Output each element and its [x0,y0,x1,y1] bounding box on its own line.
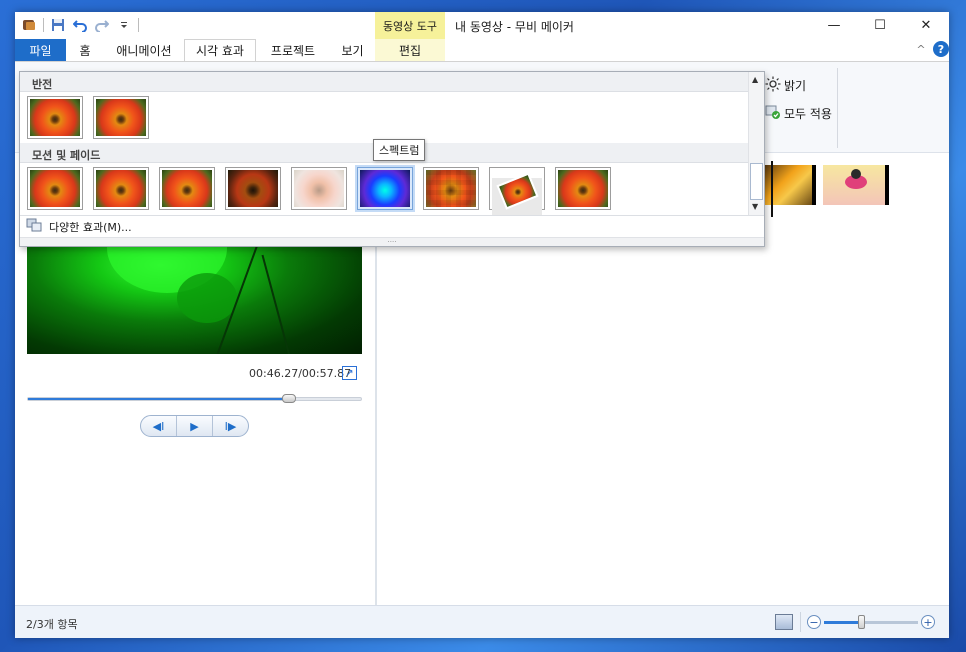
effect-thumbnail[interactable] [225,167,281,210]
zoom-slider-thumb[interactable] [857,614,865,629]
qat-separator-end [138,18,139,32]
zoom-slider[interactable] [824,614,918,629]
zoom-control: − + [807,614,935,629]
zoom-out-button[interactable]: − [807,615,821,629]
context-group-label: 동영상 도구 [375,12,445,39]
quick-access-toolbar [21,17,139,33]
brightness-button[interactable]: 밝기 [765,76,806,95]
gallery-scrollbar[interactable]: ▲ ▼ [748,72,764,215]
qat-separator [43,18,44,32]
play-button[interactable]: ▶ [177,416,213,436]
effect-preview-image [30,170,80,207]
tab-home[interactable]: 홈 [66,39,104,61]
fullscreen-icon[interactable]: ↗ [342,366,357,380]
effect-thumbnail[interactable] [555,167,611,210]
effect-thumbnail[interactable] [27,96,83,139]
seek-progress [28,398,290,400]
maximize-button[interactable]: ☐ [857,12,903,39]
preview-stem-shape [261,254,295,354]
ribbon-tab-tools: ^ ? [913,41,949,57]
item-count: 2/3개 항목 [26,618,78,631]
transport-controls: ◀I ▶ I▶ [140,415,249,437]
window-title: 내 동영상 - 무비 메이커 [455,20,574,34]
effect-thumbnail[interactable] [93,167,149,210]
scrollbar-thumb[interactable] [750,163,763,200]
brightness-label: 밝기 [784,79,807,93]
tab-visual-effects[interactable]: 시각 효과 [184,39,256,61]
storyboard-clip[interactable] [823,165,889,205]
zoom-slider-fill [824,620,862,624]
tab-edit[interactable]: 편집 [375,39,445,61]
effect-thumbnail[interactable] [291,167,347,210]
effect-preview-image [30,99,80,136]
minimize-button[interactable]: — [811,12,857,39]
gallery-section-header: 반전 [20,72,748,92]
apply-all-button[interactable]: 모두 적용 [765,104,832,123]
ribbon-tabs: 파일 홈 애니메이션 시각 효과 프로젝트 보기 편집 ^ ? [15,39,949,61]
effect-thumbnail[interactable] [357,167,413,210]
more-effects-item[interactable]: 다양한 효과(M)... [20,215,764,237]
effect-preview-image [96,170,146,207]
tab-view[interactable]: 보기 [330,39,375,61]
app-icon[interactable] [21,17,37,33]
scroll-down-icon[interactable]: ▼ [752,202,758,211]
playhead[interactable] [771,161,773,217]
ribbon-group-divider [837,68,838,148]
effect-preview-image [294,170,344,207]
clip-insect-shape [851,169,861,179]
window-controls: — ☐ ✕ [811,12,949,39]
preview-bud-shape [177,273,237,323]
tab-animation[interactable]: 애니메이션 [104,39,184,61]
effect-preview-image [228,170,278,207]
effect-thumbnail[interactable] [93,96,149,139]
effect-preview-image [360,170,410,207]
effect-preview-image [426,170,476,207]
status-bar: 2/3개 항목 − + [15,605,949,638]
customize-qat-icon[interactable] [116,17,132,33]
more-effects-label: 다양한 효과(M)... [49,220,132,234]
seek-thumb[interactable] [282,394,297,403]
apply-all-icon [765,104,781,123]
status-divider [800,612,801,632]
seek-slider[interactable] [27,394,362,403]
tab-file[interactable]: 파일 [15,39,66,61]
help-icon[interactable]: ? [933,41,949,57]
next-frame-button[interactable]: I▶ [213,416,248,436]
sun-icon [765,76,781,95]
save-icon[interactable] [50,17,66,33]
effect-tooltip: 스펙트럼 [373,139,426,161]
more-effects-icon [26,218,42,235]
video-preview[interactable] [27,243,362,354]
thumbnail-size-icon[interactable] [775,614,793,630]
close-button[interactable]: ✕ [903,12,949,39]
effect-thumbnail[interactable] [423,167,479,210]
effect-thumbnail[interactable] [159,167,215,210]
undo-icon[interactable] [72,17,88,33]
gallery-resize-grip[interactable]: ···· [20,237,764,246]
previous-frame-button[interactable]: ◀I [141,416,177,436]
zoom-in-button[interactable]: + [921,615,935,629]
title-bar: 동영상 도구 내 동영상 - 무비 메이커 — ☐ ✕ [15,12,949,39]
effect-preview-image [492,171,542,215]
tab-project[interactable]: 프로젝트 [256,39,330,61]
effect-preview-image [162,170,212,207]
scroll-up-icon[interactable]: ▲ [752,75,758,84]
effect-preview-image [558,170,608,207]
timecode: 00:46.27/00:57.87 [249,367,352,380]
effect-preview-image [96,99,146,136]
effect-thumbnail[interactable] [27,167,83,210]
redo-icon[interactable] [94,17,110,33]
collapse-ribbon-icon[interactable]: ^ [913,43,929,56]
effect-thumbnail[interactable] [489,167,545,215]
apply-all-label: 모두 적용 [784,107,832,121]
effect-preview-image [495,171,539,210]
